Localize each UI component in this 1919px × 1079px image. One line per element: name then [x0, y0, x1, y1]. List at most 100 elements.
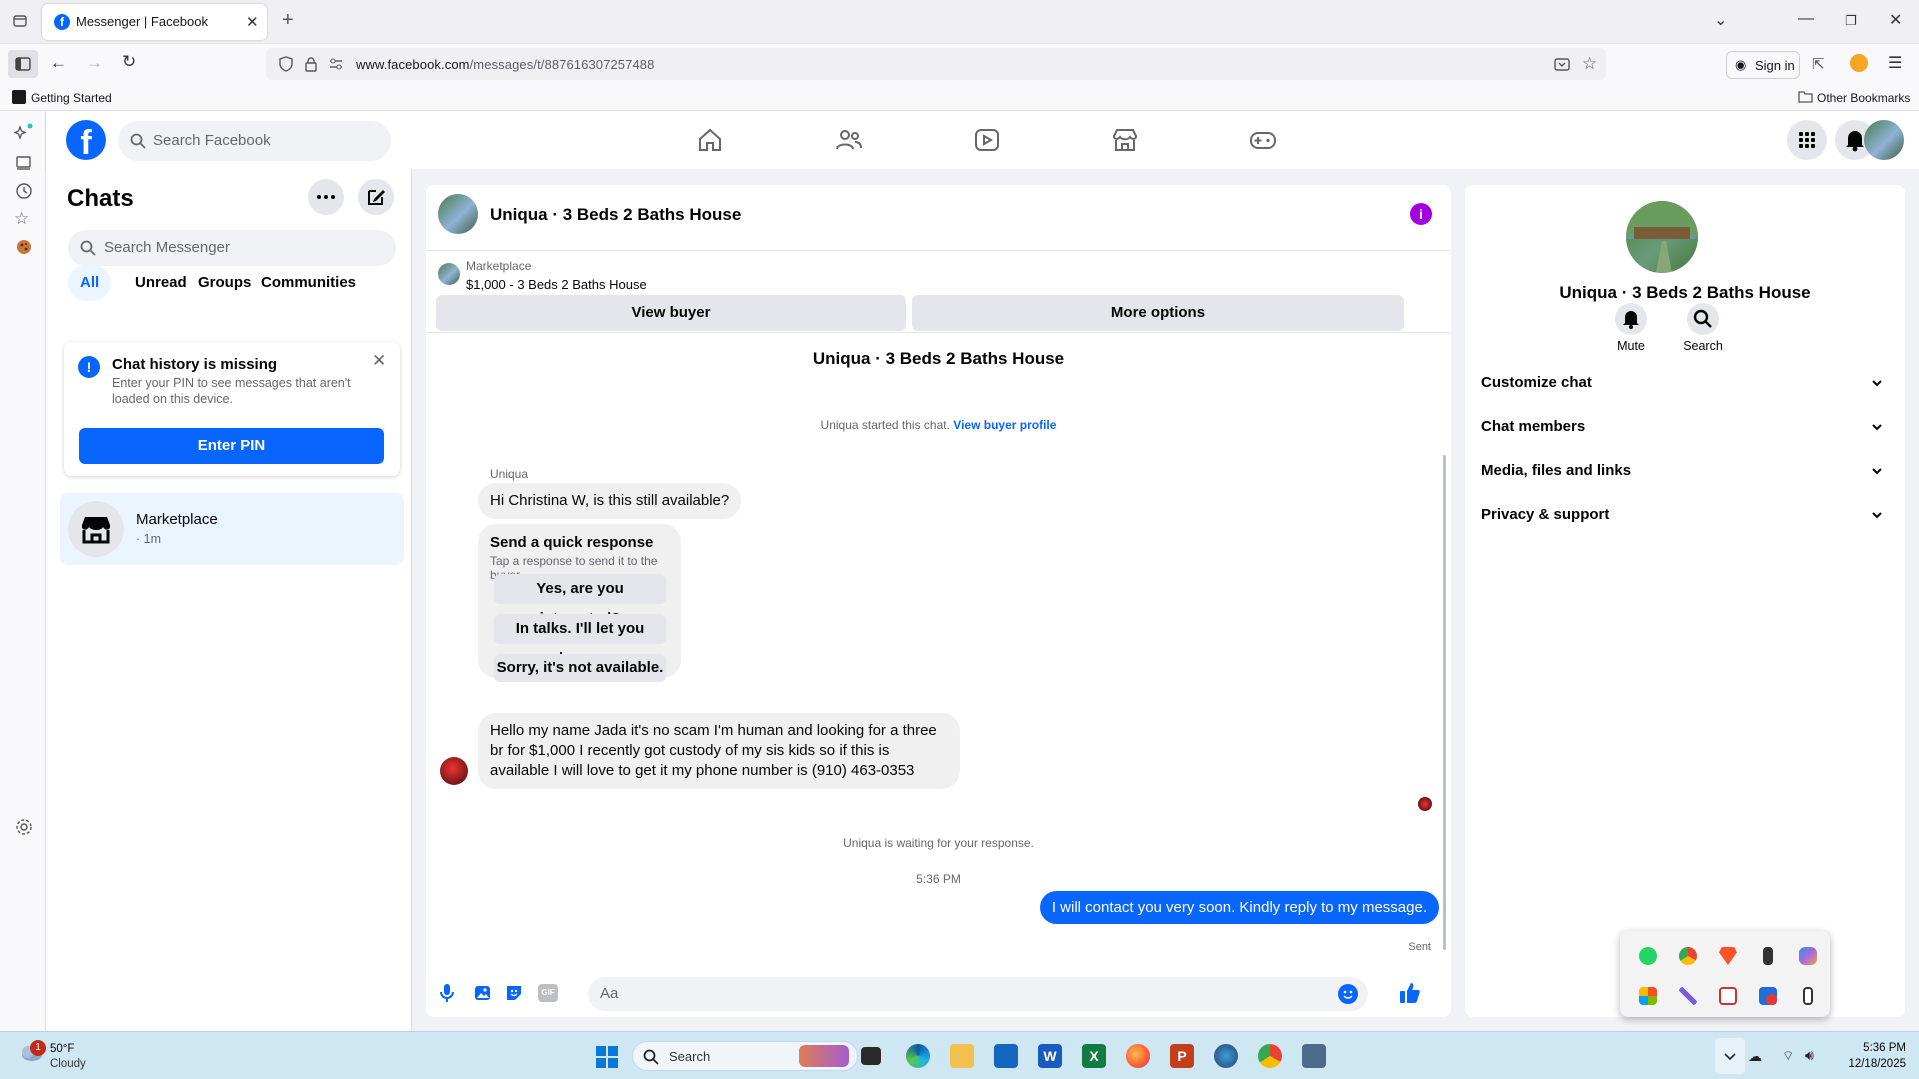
weather-temp[interactable]: 50°F — [50, 1043, 74, 1055]
thumbs-up-icon[interactable] — [1398, 981, 1422, 1005]
firefox-icon[interactable] — [1126, 1044, 1150, 1068]
menu-icon[interactable]: ☰ — [1888, 53, 1902, 73]
shield-icon[interactable] — [278, 56, 294, 72]
file-explorer-icon[interactable] — [950, 1044, 974, 1068]
show-hidden-icons-button[interactable] — [1715, 1038, 1745, 1074]
settings-gear-icon[interactable] — [14, 817, 34, 837]
save-to-pocket-icon[interactable] — [1554, 56, 1570, 72]
search-conversation-button[interactable] — [1687, 303, 1719, 335]
windows-store-icon[interactable] — [1639, 987, 1657, 1005]
quick-response-option[interactable]: In talks. I'll let you know. — [494, 614, 666, 667]
extensions-icon[interactable]: ⇱ — [1812, 55, 1825, 73]
sidebar-toggle-button[interactable] — [8, 50, 38, 78]
sign-in-button[interactable]: ◉ Sign in — [1726, 51, 1800, 79]
emoji-icon[interactable] — [1338, 984, 1358, 1004]
profile-avatar[interactable] — [1864, 120, 1904, 160]
sticker-icon[interactable] — [504, 983, 524, 1003]
info-icon[interactable]: i — [1410, 203, 1432, 225]
clock-date[interactable]: 12/18/2025 — [1838, 1058, 1906, 1070]
mute-button[interactable] — [1615, 303, 1647, 335]
filter-communities[interactable]: Communities — [249, 265, 368, 301]
bookmarks-star-icon[interactable]: ☆ — [14, 209, 34, 229]
quick-response-option[interactable]: Sorry, it's not available. — [494, 654, 666, 682]
security-shield-icon[interactable] — [1759, 987, 1777, 1005]
microsoft-store-icon[interactable] — [994, 1044, 1018, 1068]
clock-time[interactable]: 5:36 PM — [1838, 1042, 1906, 1054]
weather-condition[interactable]: Cloudy — [50, 1058, 86, 1070]
cloud-offline-icon[interactable]: ☁ — [1748, 1048, 1762, 1065]
start-windows-icon[interactable] — [595, 1045, 619, 1069]
word-icon[interactable]: W — [1038, 1044, 1062, 1068]
cookie-extension-icon[interactable] — [14, 237, 34, 257]
reload-icon[interactable]: ↻ — [122, 52, 136, 72]
pdf-icon[interactable] — [1719, 987, 1737, 1005]
customize-chat-section[interactable]: Customize chat — [1481, 365, 1891, 401]
friends-icon[interactable] — [834, 125, 864, 155]
restore-icon[interactable]: ❐ — [1845, 13, 1857, 29]
quick-response-option[interactable]: Yes, are you interested? — [494, 574, 666, 627]
wifi-icon[interactable]: ⌔ — [1782, 1048, 1794, 1064]
chevron-down-icon[interactable]: ⌄ — [1714, 10, 1727, 30]
privacy-support-section[interactable]: Privacy & support — [1481, 497, 1891, 533]
edge-icon[interactable] — [906, 1044, 930, 1068]
message-bubble-outgoing[interactable]: I will contact you very soon. Kindly rep… — [1039, 891, 1439, 924]
whatsapp-icon[interactable] — [1639, 947, 1657, 965]
brave-icon[interactable] — [1719, 947, 1737, 965]
more-options-button[interactable]: More options — [912, 295, 1404, 331]
scrollbar[interactable] — [1443, 455, 1446, 950]
other-bookmarks[interactable]: Other Bookmarks — [1817, 91, 1910, 105]
synced-tabs-icon[interactable] — [14, 153, 34, 173]
conversation-title[interactable]: Uniqua · 3 Beds 2 Baths House — [490, 205, 741, 225]
facebook-logo[interactable]: f — [66, 120, 106, 160]
chat-options-button[interactable] — [308, 179, 344, 215]
listing-title[interactable]: $1,000 - 3 Beds 2 Baths House — [466, 277, 647, 292]
facebook-search-input[interactable]: Search Facebook — [118, 121, 391, 161]
enter-pin-button[interactable]: Enter PIN — [79, 428, 384, 464]
tab-list-icon[interactable] — [12, 13, 28, 29]
view-buyer-button[interactable]: View buyer — [436, 295, 906, 331]
close-window-icon[interactable]: ✕ — [1889, 10, 1902, 30]
sender-avatar[interactable] — [440, 757, 468, 785]
removable-drive-icon[interactable] — [1803, 987, 1813, 1005]
bookmark-getting-started[interactable]: Getting Started — [31, 91, 112, 105]
listing-avatar[interactable] — [438, 194, 478, 234]
minimize-icon[interactable]: — — [1798, 10, 1814, 28]
chrome-icon[interactable] — [1679, 947, 1697, 965]
chrome-taskbar-icon[interactable] — [1258, 1044, 1282, 1068]
copilot-icon[interactable] — [1799, 947, 1817, 965]
new-tab-icon[interactable]: + — [282, 9, 294, 32]
tab-messenger[interactable]: f Messenger | Facebook ✕ — [42, 4, 267, 40]
view-buyer-profile-link[interactable]: View buyer profile — [953, 418, 1056, 432]
gif-icon[interactable]: GIF — [538, 984, 558, 1002]
taskbar-search[interactable]: Search — [632, 1041, 858, 1071]
message-bubble-incoming[interactable]: Hello my name Jada it's no scam I'm huma… — [478, 713, 960, 789]
lock-icon[interactable] — [304, 56, 318, 72]
address-bar[interactable]: www.facebook.com/messages/t/887616307257… — [266, 48, 1606, 80]
close-icon[interactable]: ✕ — [372, 351, 386, 371]
close-tab-icon[interactable]: ✕ — [246, 13, 259, 31]
app-icon[interactable] — [1214, 1044, 1238, 1068]
microphone-icon[interactable] — [438, 983, 456, 1003]
bookmark-star-icon[interactable]: ☆ — [1582, 54, 1597, 74]
conversation-avatar[interactable] — [1626, 201, 1698, 273]
marketplace-icon[interactable] — [1110, 125, 1140, 155]
volume-icon[interactable]: 🔊︎ — [1805, 1047, 1814, 1064]
menu-grid-button[interactable] — [1787, 120, 1827, 160]
new-message-button[interactable] — [358, 179, 394, 215]
excel-icon[interactable]: X — [1082, 1044, 1106, 1068]
gaming-icon[interactable] — [1248, 125, 1278, 155]
usb-drive-icon[interactable] — [1763, 947, 1773, 965]
ai-chatbot-icon[interactable] — [14, 123, 34, 143]
media-files-links-section[interactable]: Media, files and links — [1481, 453, 1891, 489]
video-icon[interactable] — [972, 125, 1002, 155]
chat-members-section[interactable]: Chat members — [1481, 409, 1891, 445]
calculator-icon[interactable] — [1302, 1044, 1326, 1068]
message-bubble-incoming[interactable]: Hi Christina W, is this still available? — [478, 483, 742, 519]
powerpoint-icon[interactable]: P — [1170, 1044, 1194, 1068]
filter-all[interactable]: All — [68, 265, 112, 301]
task-view-icon[interactable] — [861, 1047, 881, 1065]
pen-icon[interactable] — [1679, 987, 1697, 1005]
back-arrow-icon[interactable]: ← — [50, 53, 67, 73]
message-input[interactable]: Aa — [588, 977, 1368, 1011]
permissions-icon[interactable] — [328, 56, 344, 72]
